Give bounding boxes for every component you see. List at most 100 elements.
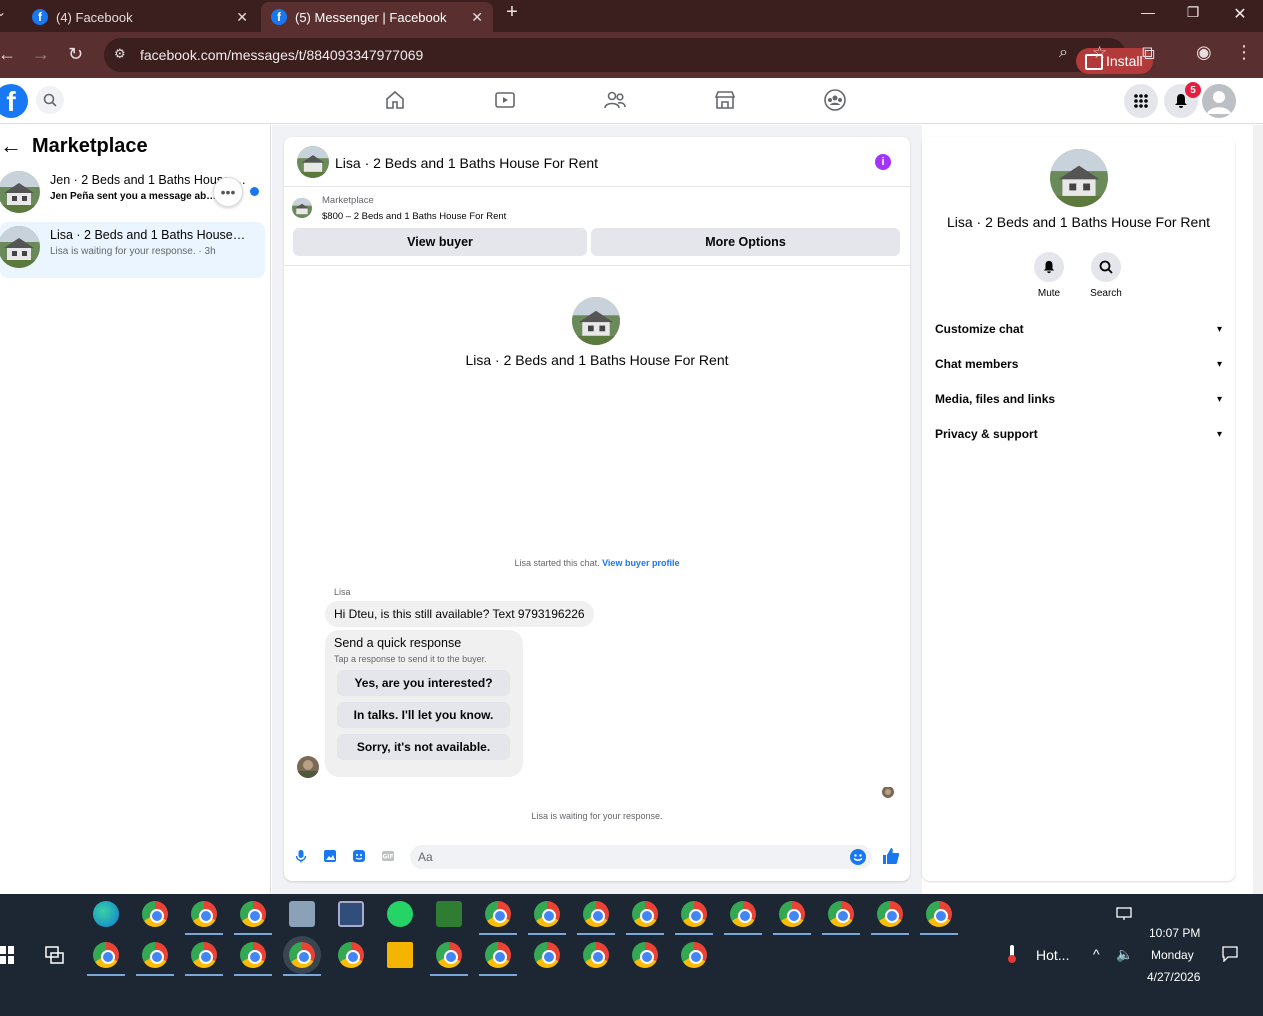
- tab-messenger[interactable]: f (5) Messenger | Facebook ✕: [261, 2, 493, 32]
- minimize-icon[interactable]: —: [1125, 4, 1171, 20]
- bookmark-star-icon[interactable]: ☆: [1092, 43, 1107, 63]
- gif-icon[interactable]: GIF: [381, 849, 395, 863]
- thumbs-up-icon[interactable]: [882, 847, 900, 865]
- more-options-button[interactable]: More Options: [591, 228, 900, 256]
- friends-icon[interactable]: [603, 88, 627, 112]
- more-options-icon[interactable]: •••: [213, 177, 243, 207]
- chrome-profile-icon[interactable]: [773, 901, 811, 935]
- chrome-profile-icon[interactable]: [338, 942, 364, 968]
- video-icon[interactable]: [493, 88, 517, 112]
- sender-avatar[interactable]: [297, 756, 319, 778]
- chrome-profile-icon[interactable]: [479, 942, 517, 976]
- close-tab-icon[interactable]: ✕: [471, 9, 483, 26]
- app-icon[interactable]: [338, 901, 364, 927]
- tab-search-chevron-icon[interactable]: ⌄: [0, 5, 6, 19]
- chrome-profile-icon[interactable]: [528, 901, 566, 935]
- chrome-active-icon[interactable]: [283, 942, 321, 976]
- quick-response-talks-button[interactable]: In talks. I'll let you know.: [337, 702, 510, 728]
- extensions-icon[interactable]: ⧉: [1142, 43, 1155, 64]
- chrome-profile-icon[interactable]: [632, 942, 658, 968]
- new-tab-icon[interactable]: +: [497, 1, 527, 24]
- file-explorer-icon[interactable]: [387, 942, 413, 968]
- page-scrollbar[interactable]: [1253, 125, 1263, 894]
- photo-icon[interactable]: [323, 849, 337, 863]
- sticker-icon[interactable]: [352, 849, 366, 863]
- profile-avatar[interactable]: [572, 297, 620, 345]
- chat-members-section[interactable]: Chat members ▾: [935, 354, 1222, 374]
- chrome-profile-icon[interactable]: [234, 942, 272, 976]
- media-files-links-section[interactable]: Media, files and links ▾: [935, 389, 1222, 409]
- chevron-up-icon[interactable]: ^: [1093, 946, 1100, 962]
- marketplace-icon[interactable]: [713, 88, 737, 112]
- quick-response-yes-button[interactable]: Yes, are you interested?: [337, 670, 510, 696]
- conversation-item-lisa[interactable]: Lisa · 2 Beds and 1 Baths House Fo... Li…: [0, 222, 265, 278]
- groups-icon[interactable]: [823, 88, 847, 112]
- privacy-support-section[interactable]: Privacy & support ▾: [935, 424, 1222, 444]
- back-icon[interactable]: ←: [0, 44, 16, 65]
- emoji-icon[interactable]: [850, 849, 866, 865]
- chrome-profile-icon[interactable]: [534, 942, 560, 968]
- site-info-icon[interactable]: ⚙: [114, 46, 130, 62]
- facebook-search-button[interactable]: [36, 86, 64, 114]
- chrome-profile-icon[interactable]: [430, 942, 468, 976]
- network-icon[interactable]: [1116, 907, 1132, 921]
- restore-icon[interactable]: ❐: [1170, 4, 1216, 21]
- details-avatar[interactable]: [1050, 149, 1108, 207]
- menu-button[interactable]: [1124, 84, 1158, 118]
- clock-day[interactable]: Monday: [1151, 948, 1194, 962]
- chrome-profile-icon[interactable]: [583, 942, 609, 968]
- task-view-icon[interactable]: [45, 946, 65, 964]
- microphone-icon[interactable]: [294, 849, 308, 863]
- photo-viewer-icon[interactable]: [289, 901, 315, 927]
- quick-response-sorry-button[interactable]: Sorry, it's not available.: [337, 734, 510, 760]
- customize-chat-section[interactable]: Customize chat ▾: [935, 319, 1222, 339]
- browser-menu-icon[interactable]: ⋮: [1235, 42, 1253, 63]
- chrome-profile-icon[interactable]: [871, 901, 909, 935]
- weather-text[interactable]: Hot...: [1036, 947, 1069, 963]
- message-input[interactable]: Aa: [410, 845, 872, 869]
- chrome-profile-icon[interactable]: [136, 942, 174, 976]
- chrome-profile-icon[interactable]: [185, 942, 223, 976]
- chrome-profile-icon[interactable]: [185, 901, 223, 935]
- forward-icon[interactable]: →: [32, 44, 50, 65]
- chat-title[interactable]: Lisa · 2 Beds and 1 Baths House For Rent: [335, 155, 598, 171]
- reload-icon[interactable]: ↻: [68, 44, 83, 65]
- whatsapp-icon[interactable]: [387, 901, 413, 927]
- chrome-profile-icon[interactable]: [920, 901, 958, 935]
- chat-avatar[interactable]: [297, 146, 329, 178]
- view-buyer-profile-link[interactable]: View buyer profile: [602, 558, 679, 568]
- account-button[interactable]: [1202, 84, 1236, 118]
- volume-icon[interactable]: 🔈: [1116, 946, 1133, 963]
- view-buyer-button[interactable]: View buyer: [293, 228, 587, 256]
- info-icon[interactable]: i: [875, 154, 891, 170]
- chrome-profile-icon[interactable]: [675, 901, 713, 935]
- listing-title[interactable]: $800 – 2 Beds and 1 Baths House For Rent: [322, 211, 506, 222]
- profile-icon[interactable]: ◉: [1196, 42, 1212, 63]
- chrome-profile-icon[interactable]: [681, 942, 707, 968]
- chrome-profile-icon[interactable]: [822, 901, 860, 935]
- mute-button[interactable]: Mute: [1019, 252, 1079, 299]
- chrome-profile-icon[interactable]: [577, 901, 615, 935]
- chrome-profile-icon[interactable]: [724, 901, 762, 935]
- close-window-icon[interactable]: ✕: [1217, 4, 1263, 24]
- clock-date[interactable]: 4/27/2026: [1147, 970, 1200, 984]
- thermometer-icon[interactable]: [1006, 944, 1018, 964]
- facebook-logo-icon[interactable]: f: [0, 84, 28, 118]
- home-icon[interactable]: [383, 88, 407, 112]
- tab-facebook[interactable]: f (4) Facebook ✕: [22, 2, 258, 32]
- notification-center-icon[interactable]: [1222, 946, 1238, 962]
- windows-start-icon[interactable]: [0, 946, 14, 964]
- search-button[interactable]: Search: [1076, 252, 1136, 299]
- url-field[interactable]: ⚙ facebook.com/messages/t/88409334797706…: [104, 38, 1153, 74]
- spreadsheet-icon[interactable]: [436, 901, 462, 927]
- zoom-icon[interactable]: ⌕: [1059, 44, 1068, 62]
- chrome-profile-icon[interactable]: [234, 901, 272, 935]
- chrome-icon[interactable]: [142, 901, 168, 927]
- clock-time[interactable]: 10:07 PM: [1149, 926, 1200, 940]
- close-tab-icon[interactable]: ✕: [236, 9, 248, 26]
- chrome-profile-icon[interactable]: [626, 901, 664, 935]
- edge-browser-icon[interactable]: [93, 901, 119, 927]
- chrome-profile-icon[interactable]: [87, 942, 125, 976]
- chrome-profile-icon[interactable]: [479, 901, 517, 935]
- back-arrow-icon[interactable]: ←: [0, 133, 22, 159]
